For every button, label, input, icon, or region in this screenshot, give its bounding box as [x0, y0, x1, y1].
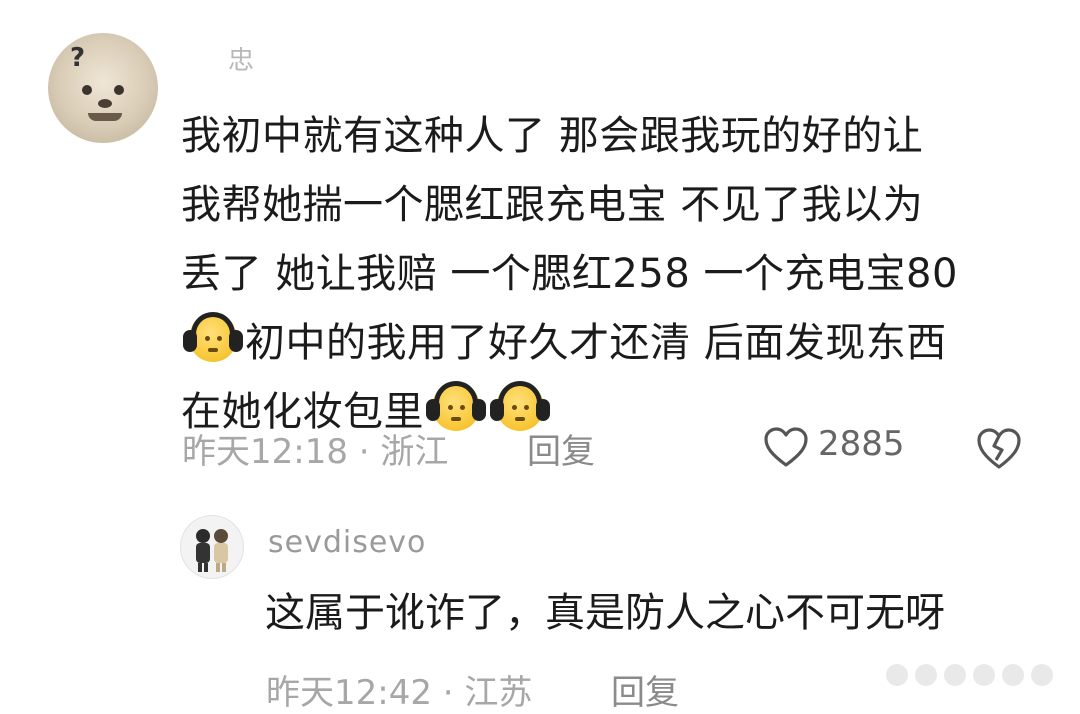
- avatar[interactable]: ?: [48, 33, 158, 143]
- comment-line: 丢了 她让我赔 一个腮红258 一个充电宝80: [181, 251, 958, 297]
- comment-line: 我帮她揣一个腮红跟充电宝 不见了我以为: [181, 182, 924, 228]
- comment-time: 昨天12:18: [182, 432, 348, 472]
- broken-heart-icon[interactable]: [975, 426, 1023, 470]
- meta-separator: ·: [442, 673, 465, 713]
- comment-line: 我初中就有这种人了 那会跟我玩的好的让: [181, 113, 924, 159]
- comment-username[interactable]: sevdisevo: [268, 525, 426, 560]
- comment-location: 江苏: [464, 673, 533, 713]
- watermark-dots-icon: [886, 664, 1053, 686]
- comment-line-text: 初中的我用了好久才还清 后面发现东西: [245, 320, 947, 366]
- reply-button[interactable]: 回复: [611, 665, 679, 714]
- avatar[interactable]: [180, 515, 244, 579]
- avatar-eye: [82, 85, 92, 95]
- avatar-figures-icon: [196, 529, 228, 572]
- comment-meta: 昨天12:18 · 浙江: [182, 424, 448, 473]
- headphones-sad-face-emoji: [181, 310, 245, 366]
- avatar-eye: [114, 85, 124, 95]
- comment-username[interactable]: 忠: [228, 40, 256, 77]
- avatar-mouth: [88, 113, 122, 121]
- reply-button[interactable]: 回复: [527, 424, 595, 473]
- heart-outline-icon[interactable]: [763, 426, 809, 468]
- meta-separator: ·: [358, 432, 381, 472]
- comment-time: 昨天12:42: [266, 673, 432, 713]
- reply-text: 这属于讹诈了，真是防人之心不可无呀: [265, 590, 945, 636]
- avatar-nose: [98, 99, 112, 108]
- comment-line: 初中的我用了好久才还清 后面发现东西: [181, 309, 1041, 378]
- comment-location: 浙江: [380, 432, 449, 472]
- comment-meta: 昨天12:42 · 江苏: [266, 665, 532, 714]
- avatar-question-mark: ?: [70, 43, 86, 73]
- like-count: 2885: [818, 424, 905, 464]
- comment-text: 我初中就有这种人了 那会跟我玩的好的让 我帮她揣一个腮红跟充电宝 不见了我以为 …: [181, 102, 1041, 447]
